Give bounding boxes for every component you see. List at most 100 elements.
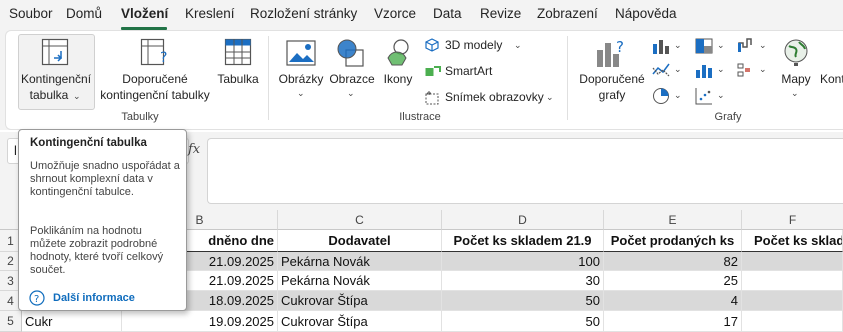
line-chart-icon[interactable] bbox=[652, 62, 670, 78]
chevron-down-icon: ⌄ bbox=[759, 64, 767, 74]
chevron-down-icon: ⌄ bbox=[347, 88, 355, 98]
table-header-e[interactable]: Počet prodaných ks bbox=[604, 230, 742, 252]
recommended-charts-icon: ? bbox=[597, 38, 624, 67]
svg-text:?: ? bbox=[160, 50, 167, 66]
table-icon bbox=[224, 38, 252, 66]
group-label-tables: Tabulky bbox=[121, 111, 159, 123]
row-header-5[interactable]: 5 bbox=[0, 311, 22, 332]
help-icon: ? bbox=[29, 290, 45, 306]
table-cell[interactable]: Cukr bbox=[22, 311, 122, 332]
table-cell[interactable]: 4 bbox=[604, 291, 742, 311]
table-cell[interactable] bbox=[742, 271, 843, 291]
maps-globe-icon bbox=[784, 39, 808, 66]
table-cell[interactable]: 100 bbox=[442, 252, 604, 271]
recommended-pivot-label-1[interactable]: Doporučené bbox=[105, 71, 205, 88]
table-cell[interactable]: 50 bbox=[442, 291, 604, 311]
chevron-down-icon: ⌄ bbox=[514, 40, 522, 50]
chevron-down-icon: ⌄ bbox=[717, 90, 725, 100]
learn-more-link[interactable]: Další informace bbox=[53, 292, 173, 305]
table-cell[interactable]: Pekárna Novák bbox=[278, 252, 442, 271]
menu-vzorce[interactable]: Vzorce bbox=[374, 6, 416, 21]
chevron-down-icon: ⌄ bbox=[674, 64, 682, 74]
maps-button[interactable]: Mapy bbox=[776, 71, 816, 88]
table-cell[interactable]: 82 bbox=[604, 252, 742, 271]
icons-icon bbox=[387, 39, 409, 66]
pictures-button[interactable]: Obrázky bbox=[276, 71, 326, 88]
pie-chart-icon[interactable] bbox=[652, 87, 670, 105]
menu-data[interactable]: Data bbox=[433, 6, 462, 21]
shapes-button[interactable]: Obrazce bbox=[327, 71, 377, 88]
menu-revize[interactable]: Revize bbox=[480, 6, 521, 21]
tooltip-body-2: Poklikáním na hodnotu můžete zobrazit po… bbox=[30, 225, 164, 276]
smartart-button[interactable]: SmartArt bbox=[445, 63, 492, 80]
column-chart-icon[interactable] bbox=[652, 38, 670, 54]
group-separator bbox=[268, 36, 269, 120]
table-cell[interactable]: Pekárna Novák bbox=[278, 271, 442, 291]
chevron-down-icon: ⌄ bbox=[791, 88, 799, 98]
icons-button[interactable]: Ikony bbox=[378, 71, 418, 88]
menu-zobrazeni[interactable]: Zobrazení bbox=[537, 6, 598, 21]
pivot-table-label-2: tabulka bbox=[29, 88, 69, 102]
table-cell[interactable]: Cukrovar Štípa bbox=[278, 291, 442, 311]
table-cell[interactable] bbox=[742, 291, 843, 311]
chevron-down-icon: ⌄ bbox=[674, 40, 682, 50]
function-fx-icon[interactable]: fx bbox=[188, 142, 200, 157]
table-button[interactable]: Tabulka bbox=[213, 71, 263, 88]
screenshot-icon bbox=[425, 91, 439, 105]
table-cell[interactable]: 30 bbox=[442, 271, 604, 291]
svg-text:?: ? bbox=[34, 294, 39, 305]
table-header-c[interactable]: Dodavatel bbox=[278, 230, 442, 252]
table-cell[interactable]: 25 bbox=[604, 271, 742, 291]
menu-domu[interactable]: Domů bbox=[66, 6, 102, 21]
pictures-icon bbox=[286, 40, 316, 66]
recommended-charts-label-1[interactable]: Doporučené bbox=[576, 71, 648, 88]
menu-kresleni[interactable]: Kreslení bbox=[185, 6, 235, 21]
formula-input[interactable] bbox=[207, 138, 843, 204]
pivot-table-icon bbox=[41, 38, 69, 66]
pivot-table-tooltip: Kontingenční tabulka Umožňuje snadno usp… bbox=[18, 129, 187, 311]
chevron-down-icon: ⌄ bbox=[717, 64, 725, 74]
group-label-charts: Grafy bbox=[714, 111, 742, 123]
chevron-down-icon: ⌄ bbox=[717, 40, 725, 50]
smartart-icon bbox=[425, 66, 441, 76]
menu-soubor[interactable]: Soubor bbox=[9, 6, 53, 21]
chevron-down-icon: ⌄ bbox=[297, 88, 305, 98]
table-cell[interactable]: 17 bbox=[604, 311, 742, 332]
svg-text:?: ? bbox=[616, 38, 624, 56]
column-header-c[interactable]: C bbox=[278, 210, 442, 230]
group-label-illustrations: Ilustrace bbox=[399, 111, 441, 123]
column-header-f[interactable]: F bbox=[742, 210, 843, 230]
3d-models-button[interactable]: 3D modely bbox=[445, 37, 502, 54]
chevron-down-icon: ⌄ bbox=[674, 90, 682, 100]
pivot-chart-button[interactable]: Konti bbox=[820, 71, 843, 88]
cube-3d-icon bbox=[425, 38, 439, 52]
table-cell[interactable]: 19.09.2025 bbox=[122, 311, 278, 332]
chevron-down-icon: ⌄ bbox=[546, 92, 554, 102]
screenshot-button[interactable]: Snímek obrazovky bbox=[445, 89, 544, 106]
chevron-down-icon: ⌄ bbox=[759, 40, 767, 50]
column-header-e[interactable]: E bbox=[604, 210, 742, 230]
tooltip-title: Kontingenční tabulka bbox=[30, 137, 147, 149]
recommended-charts-label-2[interactable]: grafy bbox=[576, 87, 648, 104]
statistic-chart-icon[interactable] bbox=[695, 62, 713, 78]
menu-bar: Soubor Domů Vložení Kreslení Rozložení s… bbox=[0, 0, 843, 30]
recommended-pivot-icon: ? bbox=[140, 38, 167, 66]
menu-rozlozeni-stranky[interactable]: Rozložení stránky bbox=[250, 6, 357, 21]
column-header-d[interactable]: D bbox=[442, 210, 604, 230]
shapes-icon bbox=[337, 39, 364, 67]
table-cell[interactable]: Cukrovar Štípa bbox=[278, 311, 442, 332]
scatter-chart-icon[interactable] bbox=[695, 87, 713, 105]
table-header-d[interactable]: Počet ks skladem 21.9 bbox=[442, 230, 604, 252]
table-cell[interactable] bbox=[742, 311, 843, 332]
recommended-pivot-label-2[interactable]: kontingenční tabulky bbox=[97, 87, 213, 104]
combo-chart-icon[interactable] bbox=[737, 62, 755, 78]
hierarchy-chart-icon[interactable] bbox=[695, 38, 713, 54]
table-cell[interactable] bbox=[742, 252, 843, 271]
menu-vlozeni[interactable]: Vložení bbox=[121, 6, 168, 21]
tooltip-body-1: Umožňuje snadno uspořádat a shrnout komp… bbox=[30, 160, 180, 198]
table-cell[interactable]: 50 bbox=[442, 311, 604, 332]
menu-napoveda[interactable]: Nápověda bbox=[615, 6, 677, 21]
table-header-f[interactable]: Počet ks sklad bbox=[742, 230, 843, 252]
name-box-value: l bbox=[14, 143, 17, 158]
waterfall-chart-icon[interactable] bbox=[737, 37, 755, 53]
